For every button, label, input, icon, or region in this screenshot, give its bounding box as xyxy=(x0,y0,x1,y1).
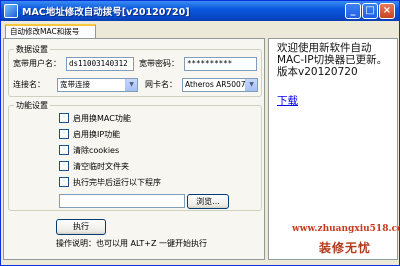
username-label: 宽带用户名： xyxy=(13,59,61,68)
clear-temp-checkbox[interactable] xyxy=(59,161,69,171)
welcome-text: 欢迎使用新软件自动MAC-IP切换器已更新。版本v20120720 xyxy=(277,42,388,78)
run-program-checkbox[interactable] xyxy=(59,177,69,187)
connection-select[interactable]: 宽带连接 ▼ xyxy=(57,78,138,92)
nic-value: Atheros AR5007... xyxy=(185,80,253,89)
instructions-text: 操作说明：也可以用 ALT+Z 一键开始执行 xyxy=(56,239,207,248)
watermark-brand: 装修无忧 xyxy=(319,241,372,255)
chevron-down-icon[interactable]: ▼ xyxy=(245,79,257,91)
nic-select[interactable]: Atheros AR5007... ▼ xyxy=(182,78,258,92)
window-title: MAC地址修改自动拨号[v20120720] xyxy=(22,7,190,18)
data-settings-legend: 数据设置 xyxy=(14,44,50,55)
watermark-url: www.zhuangxiu518.com xyxy=(292,224,400,234)
browse-button[interactable]: 浏览... xyxy=(187,194,229,209)
tab-panel: 数据设置 宽带用户名： ds11003140312 宽带密码： ********… xyxy=(3,38,265,260)
tab-auto-mac-dial[interactable]: 自动修改MAC和拨号 xyxy=(5,24,96,39)
program-path-input[interactable] xyxy=(59,194,185,208)
enable-ip-checkbox[interactable] xyxy=(59,129,69,139)
clear-temp-label: 清空临时文件夹 xyxy=(73,162,129,171)
clear-cookies-label: 清除cookies xyxy=(73,146,120,155)
maximize-button[interactable]: □ xyxy=(362,3,378,19)
enable-mac-label: 启用换MAC功能 xyxy=(73,114,131,123)
download-link[interactable]: 下载 xyxy=(277,93,298,108)
function-settings-legend: 功能设置 xyxy=(14,100,50,111)
connection-value: 宽带连接 xyxy=(60,80,90,89)
app-window: MAC地址修改自动拨号[v20120720] _ □ × 自动修改MAC和拨号 … xyxy=(0,0,400,266)
chevron-down-icon[interactable]: ▼ xyxy=(125,79,137,91)
nic-label: 网卡名： xyxy=(145,80,177,89)
password-input[interactable]: ********** xyxy=(184,57,257,71)
clear-cookies-checkbox[interactable] xyxy=(59,145,69,155)
close-button[interactable]: × xyxy=(379,3,395,19)
app-icon xyxy=(4,4,18,18)
password-label: 宽带密码： xyxy=(139,59,179,68)
function-settings-group: 功能设置 启用换MAC功能 启用换IP功能 清除cookies 清空临时文件夹 … xyxy=(8,100,262,211)
minimize-button[interactable]: _ xyxy=(345,3,361,19)
title-bar[interactable]: MAC地址修改自动拨号[v20120720] _ □ × xyxy=(1,1,399,21)
execute-button[interactable]: 执行 xyxy=(56,219,106,235)
connection-label: 连接名： xyxy=(13,80,45,89)
username-input[interactable]: ds11003140312 xyxy=(66,57,134,71)
enable-ip-label: 启用换IP功能 xyxy=(73,130,121,139)
run-program-label: 执行完毕后运行以下程序 xyxy=(73,178,161,187)
enable-mac-checkbox[interactable] xyxy=(59,113,69,123)
data-settings-group: 数据设置 宽带用户名： ds11003140312 宽带密码： ********… xyxy=(8,44,262,97)
